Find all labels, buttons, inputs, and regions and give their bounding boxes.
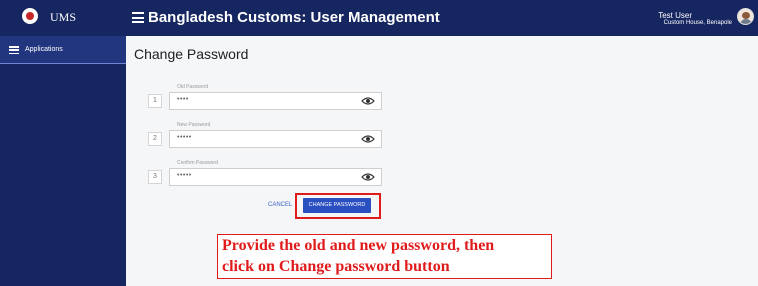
brand[interactable]: UMS — [0, 0, 126, 36]
eye-icon[interactable] — [361, 96, 375, 106]
app-title: Bangladesh Customs: User Management — [148, 9, 440, 26]
user-name[interactable]: Test User — [658, 11, 692, 20]
cancel-button[interactable]: CANCEL — [268, 202, 292, 208]
old-password-value: •••• — [177, 96, 189, 103]
instruction-callout: Provide the old and new password, then c… — [217, 234, 552, 279]
new-password-label: New Password — [177, 122, 211, 128]
instruction-line-2: click on Change password button — [222, 258, 450, 275]
hamburger-menu-icon[interactable] — [132, 12, 144, 23]
sidebar-item-label: Applications — [25, 46, 63, 53]
user-location: Custom House, Benapole — [663, 20, 732, 26]
top-navbar: UMS Bangladesh Customs: User Management … — [0, 0, 758, 36]
user-avatar[interactable] — [737, 8, 754, 25]
step-number-2: 2 — [148, 132, 162, 146]
list-icon — [9, 46, 19, 55]
sidebar-item-applications[interactable]: Applications — [0, 36, 126, 64]
brand-name: UMS — [50, 10, 77, 24]
confirm-password-value: ••••• — [177, 172, 192, 179]
old-password-label: Old Password — [177, 84, 209, 90]
new-password-field[interactable]: ••••• — [169, 130, 382, 148]
confirm-password-field[interactable]: ••••• — [169, 168, 382, 186]
new-password-value: ••••• — [177, 134, 192, 141]
instruction-line-1: Provide the old and new password, then — [222, 237, 495, 254]
step-number-3: 3 — [148, 170, 162, 184]
eye-icon[interactable] — [361, 172, 375, 182]
page-title: Change Password — [134, 46, 249, 62]
step-number-1: 1 — [148, 94, 162, 108]
change-password-button[interactable]: CHANGE PASSWORD — [303, 198, 371, 213]
eye-icon[interactable] — [361, 134, 375, 144]
old-password-field[interactable]: •••• — [169, 92, 382, 110]
confirm-password-label: Confirm Password — [177, 160, 218, 166]
customs-logo-icon — [22, 8, 38, 24]
sidebar: Applications — [0, 36, 126, 286]
